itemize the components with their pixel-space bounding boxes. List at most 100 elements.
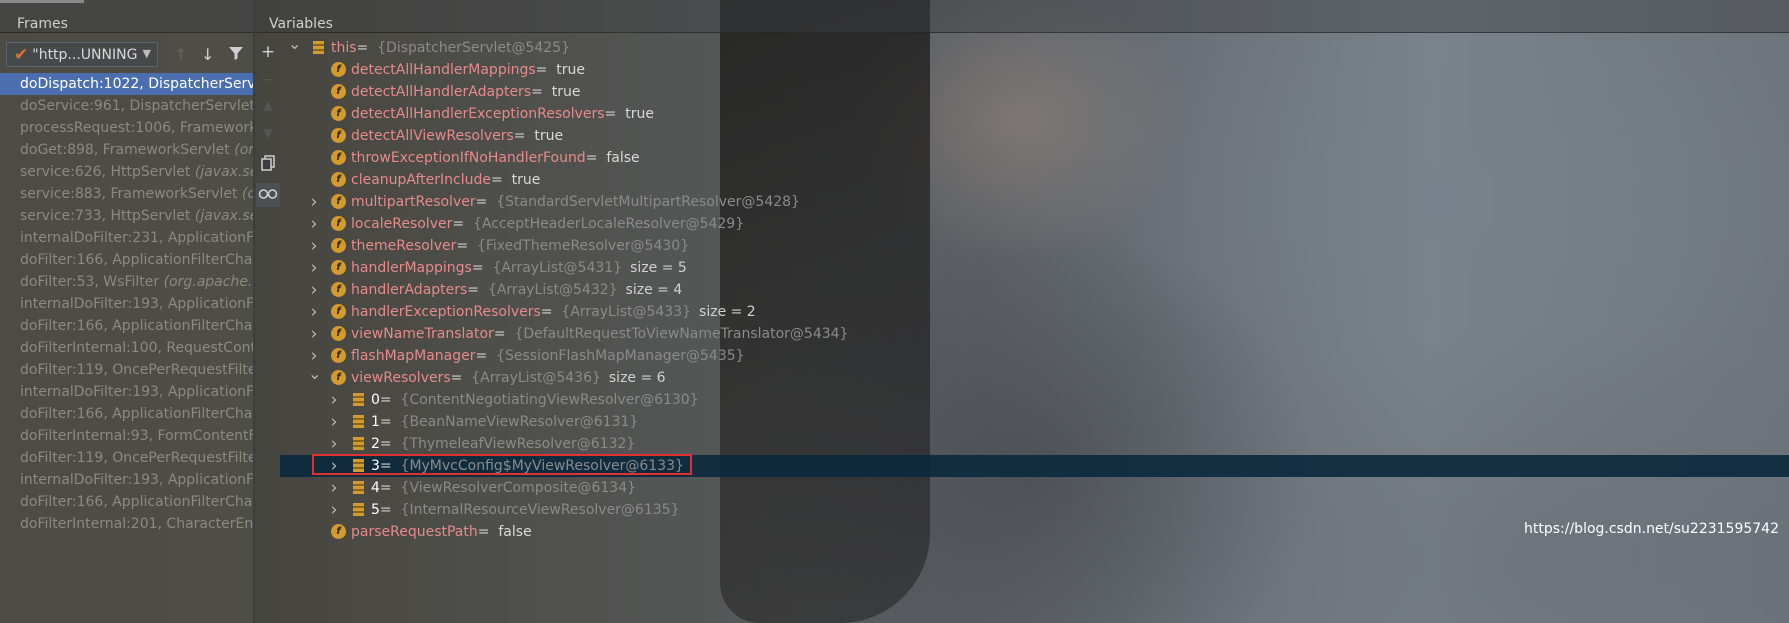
frame-row[interactable]: doFilter:166, ApplicationFilterChain bbox=[0, 315, 253, 337]
frame-row[interactable]: internalDoFilter:193, ApplicationFilte bbox=[0, 381, 253, 403]
collapse-arrow-icon[interactable]: ⌄ bbox=[308, 363, 321, 385]
expand-arrow-icon[interactable]: › bbox=[308, 213, 320, 235]
move-up-icon[interactable]: ▲ bbox=[256, 98, 280, 112]
variable-equals: = bbox=[379, 414, 392, 430]
frame-row[interactable]: service:733, HttpServlet (javax.servle bbox=[0, 205, 253, 227]
frame-row[interactable]: service:883, FrameworkServlet (org. bbox=[0, 183, 253, 205]
variable-equals: = bbox=[475, 348, 488, 364]
field-icon: f bbox=[331, 524, 346, 539]
frame-row[interactable]: doFilter:166, ApplicationFilterChain bbox=[0, 249, 253, 271]
filter-icon[interactable] bbox=[228, 45, 244, 65]
expand-arrow-icon[interactable]: › bbox=[308, 301, 320, 323]
expand-arrow-icon[interactable]: › bbox=[308, 323, 320, 345]
frame-method: doFilterInternal:93, FormContentFilt bbox=[20, 428, 253, 444]
step-down-icon[interactable]: ↓ bbox=[201, 45, 214, 64]
frame-row[interactable]: internalDoFilter:193, ApplicationFilte bbox=[0, 293, 253, 315]
frame-method: service:626, HttpServlet bbox=[20, 164, 191, 180]
variables-header bbox=[255, 0, 1789, 33]
variable-row[interactable]: › f handlerExceptionResolvers = {ArrayList… bbox=[280, 301, 1789, 323]
frame-row[interactable]: internalDoFilter:193, ApplicationFilte bbox=[0, 469, 253, 491]
variable-reference: {SessionFlashMapManager@5435} bbox=[496, 348, 745, 364]
variable-row[interactable]: f cleanupAfterInclude = true bbox=[280, 169, 1789, 191]
expand-arrow-icon[interactable]: › bbox=[328, 433, 340, 455]
remove-watch-icon[interactable]: − bbox=[256, 70, 280, 90]
object-icon bbox=[353, 415, 364, 428]
frame-row[interactable]: doFilter:166, ApplicationFilterChain bbox=[0, 491, 253, 513]
expand-arrow-icon[interactable]: › bbox=[328, 411, 340, 433]
field-icon: f bbox=[331, 216, 346, 231]
variable-equals: = bbox=[493, 326, 506, 342]
collapse-arrow-icon[interactable]: ⌄ bbox=[288, 33, 301, 55]
variable-row[interactable]: › 5 = {InternalResourceViewResolver@6135} bbox=[280, 499, 1789, 521]
frame-row[interactable]: doService:961, DispatcherServlet (org bbox=[0, 95, 253, 117]
frame-row[interactable]: doFilterInternal:93, FormContentFilt bbox=[0, 425, 253, 447]
thread-selector-dropdown[interactable]: ✔ "http...UNNING ▼ bbox=[6, 42, 158, 67]
frame-method: doFilterInternal:100, RequestContex bbox=[20, 340, 253, 356]
frame-package: (org. bbox=[241, 186, 253, 202]
variable-row[interactable]: › f viewNameTranslator = {DefaultRequestTo… bbox=[280, 323, 1789, 345]
variable-reference: {ViewResolverComposite@6134} bbox=[400, 480, 637, 496]
variable-row[interactable]: f detectAllViewResolvers = true bbox=[280, 125, 1789, 147]
object-icon bbox=[353, 481, 364, 494]
frame-row[interactable]: internalDoFilter:231, ApplicationFilte bbox=[0, 227, 253, 249]
variable-reference: {ContentNegotiatingViewResolver@6130} bbox=[400, 392, 699, 408]
frame-method: doFilter:119, OncePerRequestFilter bbox=[20, 362, 253, 378]
move-down-icon[interactable]: ▼ bbox=[256, 126, 280, 140]
variable-row[interactable]: › 2 = {ThymeleafViewResolver@6132} bbox=[280, 433, 1789, 455]
frame-row[interactable]: doFilter:119, OncePerRequestFilter bbox=[0, 359, 253, 381]
frame-row[interactable]: doFilterInternal:100, RequestContex bbox=[0, 337, 253, 359]
variable-row[interactable]: f detectAllHandlerAdapters = true bbox=[280, 81, 1789, 103]
frame-row[interactable]: doDispatch:1022, DispatcherServlet bbox=[0, 73, 253, 95]
expand-arrow-icon[interactable]: › bbox=[328, 499, 340, 521]
frame-row[interactable]: processRequest:1006, FrameworkSe bbox=[0, 117, 253, 139]
variable-equals: = bbox=[379, 480, 392, 496]
variable-row[interactable]: › 0 = {ContentNegotiatingViewResolver@613… bbox=[280, 389, 1789, 411]
variable-row[interactable]: › f themeResolver = {FixedThemeResolver@54… bbox=[280, 235, 1789, 257]
frames-title: Frames bbox=[17, 16, 68, 32]
variable-size: size = 6 bbox=[608, 370, 666, 386]
frame-row[interactable]: service:626, HttpServlet (javax.servle bbox=[0, 161, 253, 183]
step-up-icon[interactable]: ↑ bbox=[174, 45, 187, 64]
expand-arrow-icon[interactable]: › bbox=[328, 389, 340, 411]
variable-reference: {ArrayList@5432} bbox=[487, 282, 618, 298]
checkmark-icon: ✔ bbox=[14, 44, 29, 65]
panel-divider[interactable] bbox=[253, 0, 255, 623]
variable-row[interactable]: ⌄ this = {DispatcherServlet@5425} bbox=[280, 34, 1789, 59]
variable-value: true bbox=[511, 172, 541, 188]
frame-row[interactable]: doGet:898, FrameworkServlet (org.s bbox=[0, 139, 253, 161]
variable-row[interactable]: › f handlerAdapters = {ArrayList@5432} size… bbox=[280, 279, 1789, 301]
variable-name: multipartResolver bbox=[351, 194, 476, 210]
variable-row[interactable]: › f flashMapManager = {SessionFlashMapMana… bbox=[280, 345, 1789, 367]
variable-equals: = bbox=[585, 150, 598, 166]
frame-row[interactable]: doFilterInternal:201, CharacterEncod bbox=[0, 513, 253, 535]
frame-method: internalDoFilter:193, ApplicationFilte bbox=[20, 384, 253, 400]
frame-method: doFilterInternal:201, CharacterEncod bbox=[20, 516, 253, 532]
variable-name: handlerMappings bbox=[351, 260, 472, 276]
expand-arrow-icon[interactable]: › bbox=[308, 191, 320, 213]
variable-row[interactable]: › f localeResolver = {AcceptHeaderLocaleRe… bbox=[280, 213, 1789, 235]
field-icon: f bbox=[331, 194, 346, 209]
variable-equals: = bbox=[456, 238, 469, 254]
variable-row[interactable]: ⌄ f viewResolvers = {ArrayList@5436} size =… bbox=[280, 364, 1789, 389]
frame-row[interactable]: doFilter:53, WsFilter (org.apache.tom bbox=[0, 271, 253, 293]
variable-size: size = 4 bbox=[625, 282, 683, 298]
add-watch-icon[interactable]: + bbox=[256, 42, 280, 62]
expand-arrow-icon[interactable]: › bbox=[328, 477, 340, 499]
variable-equals: = bbox=[604, 106, 617, 122]
variable-row[interactable]: › f handlerMappings = {ArrayList@5431} size… bbox=[280, 257, 1789, 279]
copy-icon[interactable] bbox=[256, 155, 280, 176]
variable-row[interactable]: f detectAllHandlerExceptionResolvers = tr… bbox=[280, 103, 1789, 125]
expand-arrow-icon[interactable]: › bbox=[308, 235, 320, 257]
variable-row[interactable]: f detectAllHandlerMappings = true bbox=[280, 59, 1789, 81]
frame-row[interactable]: doFilter:166, ApplicationFilterChain bbox=[0, 403, 253, 425]
variable-reference: {ArrayList@5436} bbox=[471, 370, 601, 386]
show-watches-icon[interactable] bbox=[256, 183, 280, 207]
variable-row[interactable]: › f multipartResolver = {StandardServletMu… bbox=[280, 191, 1789, 213]
variable-row[interactable]: › 1 = {BeanNameViewResolver@6131} bbox=[280, 411, 1789, 433]
variable-row[interactable]: f throwExceptionIfNoHandlerFound = false bbox=[280, 147, 1789, 169]
expand-arrow-icon[interactable]: › bbox=[308, 257, 320, 279]
variable-row[interactable]: › 4 = {ViewResolverComposite@6134} bbox=[280, 477, 1789, 499]
variable-reference: {AcceptHeaderLocaleResolver@5429} bbox=[472, 216, 745, 232]
expand-arrow-icon[interactable]: › bbox=[308, 279, 320, 301]
frame-row[interactable]: doFilter:119, OncePerRequestFilter bbox=[0, 447, 253, 469]
